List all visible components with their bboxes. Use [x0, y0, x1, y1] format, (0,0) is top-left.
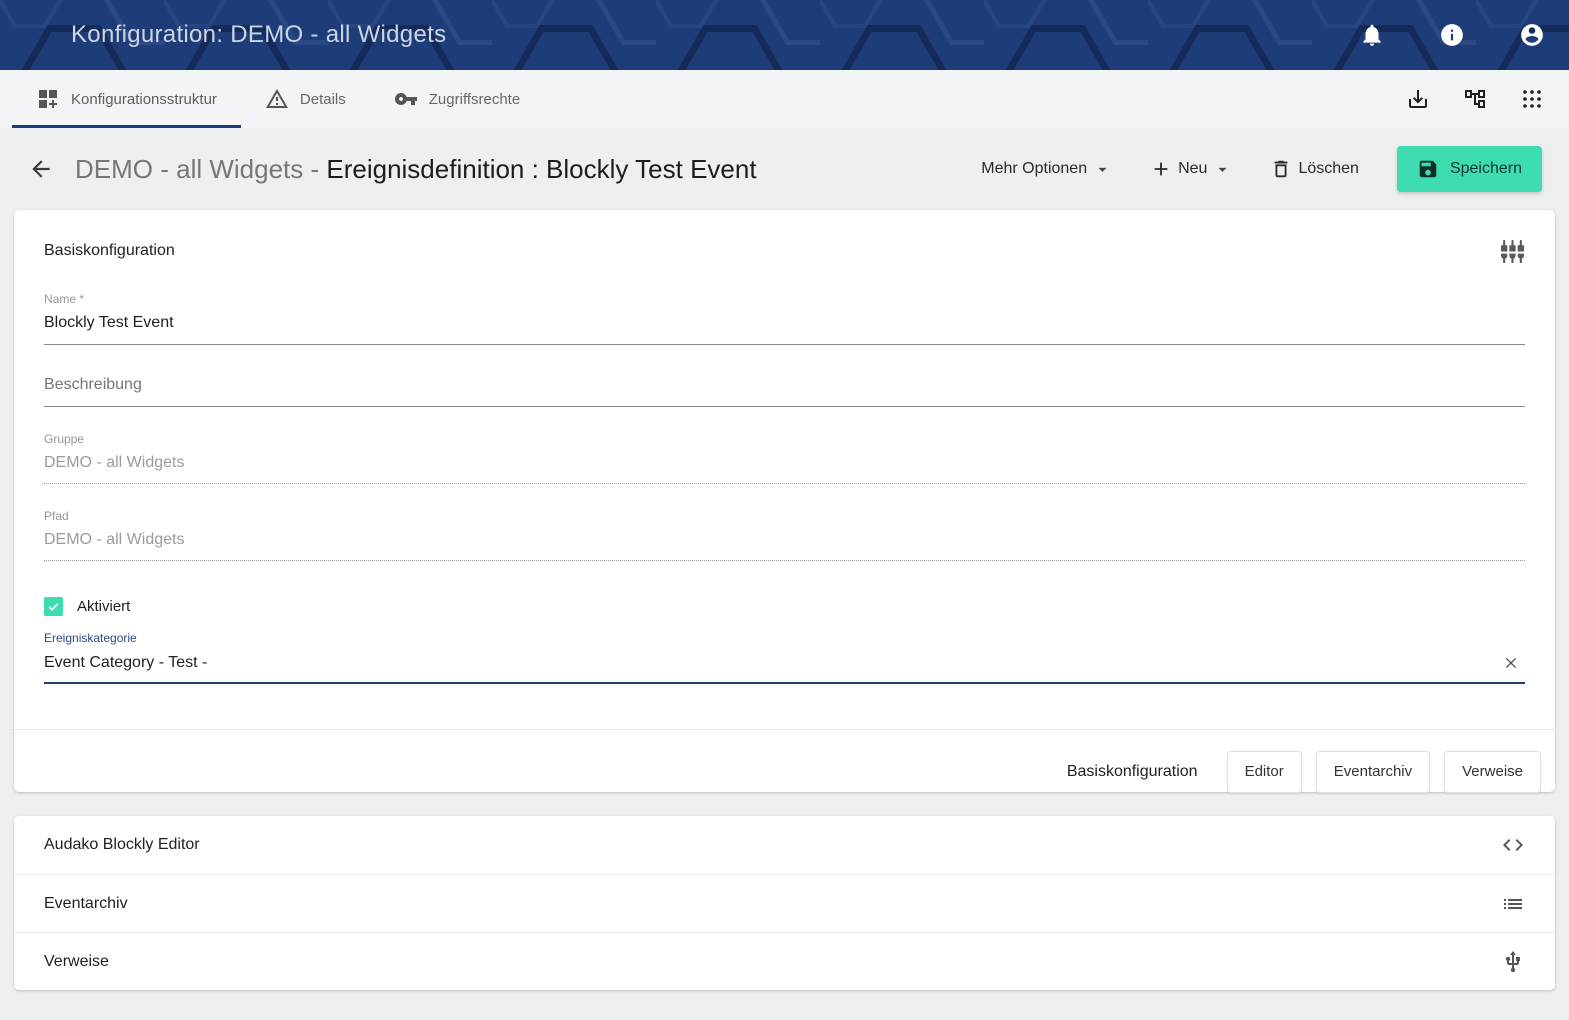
card-footer: Basiskonfiguration Editor Eventarchiv Ve…	[44, 730, 1541, 813]
gruppe-field: Gruppe DEMO - all Widgets	[44, 432, 1525, 484]
beschreibung-input[interactable]	[44, 376, 1525, 407]
aktiviert-label: Aktiviert	[77, 598, 130, 615]
tab-label: Zugriffsrechte	[429, 91, 520, 108]
tab-konfigurationsstruktur[interactable]: Konfigurationsstruktur	[12, 70, 241, 128]
download-icon[interactable]	[1406, 87, 1430, 111]
settings-input-icon[interactable]	[1500, 239, 1525, 264]
aktiviert-row: Aktiviert	[44, 597, 1525, 616]
editor-button[interactable]: Editor	[1227, 751, 1302, 793]
new-label: Neu	[1178, 160, 1207, 178]
tree-icon[interactable]	[1463, 87, 1487, 111]
clear-icon[interactable]	[1501, 653, 1521, 673]
section-title: Basiskonfiguration	[44, 242, 175, 260]
pfad-value: DEMO - all Widgets	[44, 531, 1525, 561]
breadcrumb-prefix: DEMO - all Widgets -	[75, 154, 326, 184]
breadcrumb-current: Ereignisdefinition : Blockly Test Event	[326, 154, 756, 184]
tab-label: Konfigurationsstruktur	[71, 91, 217, 108]
dashboard-customize-icon	[36, 87, 60, 111]
beschreibung-field	[44, 376, 1525, 407]
more-options-label: Mehr Optionen	[981, 160, 1087, 178]
tab-zugriffsrechte[interactable]: Zugriffsrechte	[370, 70, 544, 128]
save-label: Speichern	[1450, 160, 1522, 178]
basiskonfiguration-card: Basiskonfiguration Name * Gruppe DEMO - …	[14, 210, 1555, 792]
save-icon	[1417, 158, 1439, 180]
name-field: Name *	[44, 292, 1525, 345]
tab-label: Details	[300, 91, 346, 108]
ereigniskategorie-label: Ereigniskategorie	[44, 631, 1525, 645]
back-arrow-icon[interactable]	[28, 156, 54, 182]
panel-eventarchiv[interactable]: Eventarchiv	[14, 874, 1555, 932]
ereigniskategorie-input[interactable]	[44, 654, 1501, 672]
tabbar-actions	[1406, 70, 1569, 128]
expansion-panels-card: Audako Blockly Editor Eventarchiv Verwei…	[14, 816, 1555, 990]
code-icon	[1501, 833, 1525, 857]
pfad-label: Pfad	[44, 509, 1525, 523]
app-title: Konfiguration: DEMO - all Widgets	[71, 21, 446, 49]
title-bar: DEMO - all Widgets - Ereignisdefinition …	[0, 128, 1569, 210]
panel-label: Eventarchiv	[44, 895, 128, 913]
warning-icon	[265, 87, 289, 111]
footer-section-label: Basiskonfiguration	[1067, 763, 1198, 781]
new-button[interactable]: Neu	[1150, 158, 1232, 180]
chevron-down-icon	[1213, 160, 1232, 179]
panel-verweise[interactable]: Verweise	[14, 932, 1555, 990]
ereigniskategorie-field: Ereigniskategorie	[44, 631, 1525, 684]
gruppe-label: Gruppe	[44, 432, 1525, 446]
trash-icon	[1270, 158, 1292, 180]
panel-audako-blockly-editor[interactable]: Audako Blockly Editor	[14, 816, 1555, 874]
aktiviert-checkbox[interactable]	[44, 597, 63, 616]
check-icon	[46, 599, 61, 614]
pfad-field: Pfad DEMO - all Widgets	[44, 509, 1525, 561]
key-icon	[394, 87, 418, 111]
chevron-down-icon	[1093, 160, 1112, 179]
more-options-button[interactable]: Mehr Optionen	[981, 160, 1112, 179]
info-icon[interactable]	[1439, 22, 1465, 48]
name-input[interactable]	[44, 314, 1525, 345]
eventarchiv-button[interactable]: Eventarchiv	[1316, 751, 1430, 793]
delete-label: Löschen	[1298, 160, 1359, 178]
bell-icon[interactable]	[1359, 22, 1385, 48]
plus-icon	[1150, 158, 1172, 180]
save-button[interactable]: Speichern	[1397, 146, 1542, 192]
page-title: DEMO - all Widgets - Ereignisdefinition …	[75, 154, 757, 185]
gruppe-value: DEMO - all Widgets	[44, 454, 1525, 484]
tab-bar: Konfigurationsstruktur Details Zugriffsr…	[0, 70, 1569, 128]
header-actions	[1359, 22, 1545, 48]
toolbar-actions: Mehr Optionen Neu Löschen Speichern	[981, 146, 1542, 192]
list-icon	[1501, 892, 1525, 916]
app-header: Konfiguration: DEMO - all Widgets	[0, 0, 1569, 70]
account-icon[interactable]	[1519, 22, 1545, 48]
name-label: Name *	[44, 292, 1525, 306]
tab-details[interactable]: Details	[241, 70, 370, 128]
delete-button[interactable]: Löschen	[1270, 158, 1359, 180]
panel-label: Audako Blockly Editor	[44, 836, 200, 854]
ereigniskategorie-input-wrap	[44, 653, 1525, 684]
usb-icon	[1501, 950, 1525, 974]
verweise-button[interactable]: Verweise	[1444, 751, 1541, 793]
section-header: Basiskonfiguration	[44, 236, 1525, 266]
panel-label: Verweise	[44, 953, 109, 971]
apps-grid-icon[interactable]	[1520, 87, 1544, 111]
